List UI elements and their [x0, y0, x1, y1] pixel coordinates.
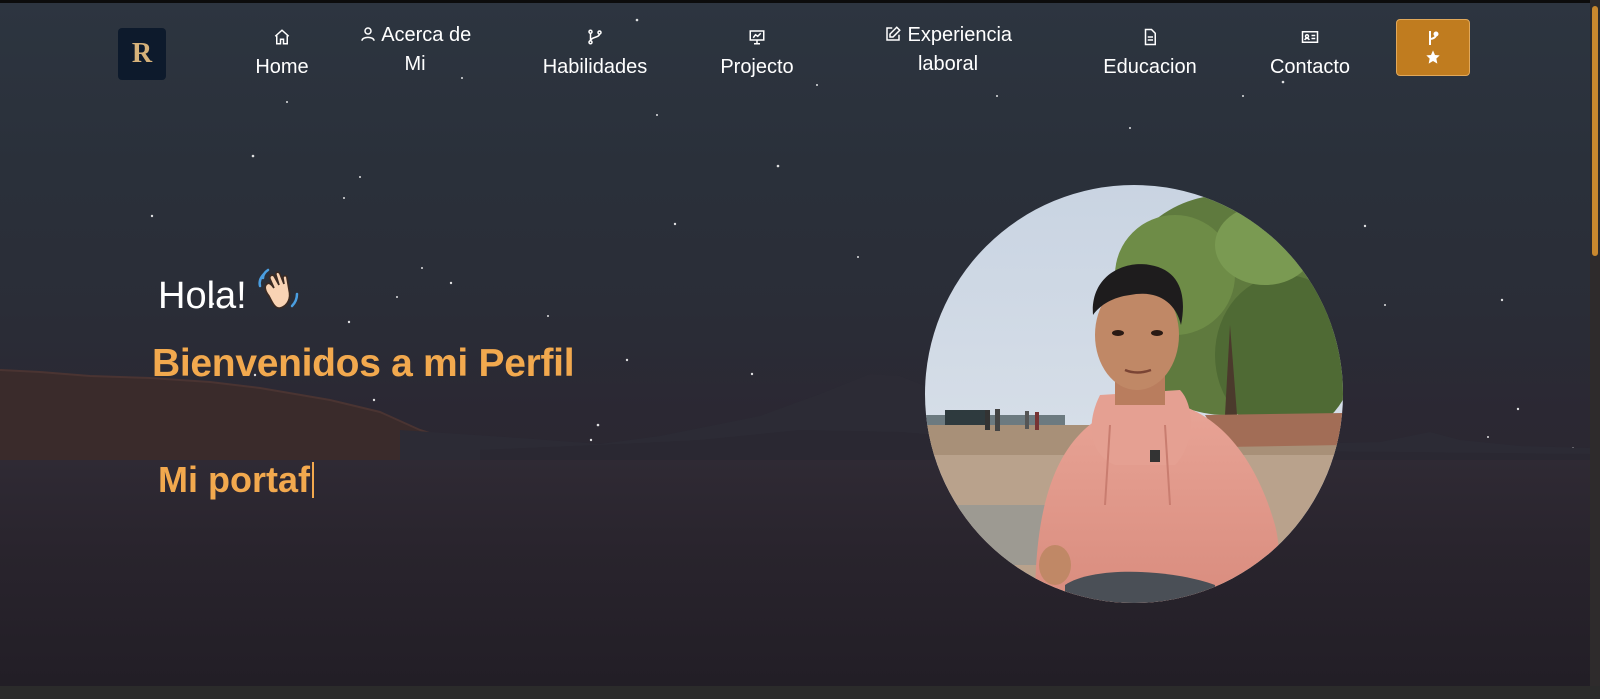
welcome-heading: Bienvenidos a mi Perfil: [152, 342, 575, 385]
nav-home-label: Home: [255, 56, 309, 78]
presentation-icon: [748, 28, 766, 46]
nav-projects[interactable]: Projecto: [702, 24, 812, 82]
nav-about-label: Acerca de: [350, 21, 480, 50]
nav-contact[interactable]: Contacto: [1255, 24, 1365, 82]
window-top-border: [0, 0, 1600, 3]
nav-projects-label: Projecto: [720, 56, 794, 78]
window-bottom-bar: [0, 686, 1600, 699]
nav-contact-label: Contacto: [1269, 56, 1351, 78]
logo[interactable]: R: [118, 28, 166, 80]
git-branch-icon: [586, 28, 604, 46]
hero-section: R Home Acerca de Mi Habilidades Projecto…: [0, 0, 1590, 686]
nav-experience-label-line2: laboral: [917, 53, 979, 75]
github-fork-star-button[interactable]: [1396, 19, 1470, 76]
nav-education[interactable]: Educacion: [1090, 24, 1210, 82]
waving-hand-icon: [255, 266, 301, 323]
nav-skills[interactable]: Habilidades: [530, 24, 660, 82]
git-fork-icon: [1427, 30, 1439, 46]
star-icon: [1425, 49, 1441, 65]
nav-about[interactable]: Acerca de Mi: [350, 21, 480, 79]
edit-icon: [884, 25, 902, 43]
profile-photo: [925, 185, 1343, 603]
scrollbar-thumb[interactable]: [1592, 6, 1598, 256]
nav-skills-label: Habilidades: [542, 56, 648, 78]
nav-home[interactable]: Home: [227, 24, 337, 82]
navbar: R Home Acerca de Mi Habilidades Projecto…: [0, 0, 1590, 96]
typing-cursor: [311, 462, 314, 498]
nav-experience[interactable]: Experiencia laboral: [868, 21, 1028, 79]
greeting-text: Hola!: [158, 266, 301, 323]
typewriter-text: Mi portaf: [158, 457, 314, 503]
contact-card-icon: [1301, 28, 1319, 46]
nav-experience-label: Experiencia: [868, 21, 1028, 50]
nav-about-label-line2: Mi: [404, 53, 426, 75]
nav-education-label: Educacion: [1103, 56, 1197, 78]
user-icon: [359, 25, 377, 43]
home-icon: [273, 28, 291, 46]
document-icon: [1141, 28, 1159, 46]
page-scrollbar[interactable]: [1590, 0, 1600, 686]
